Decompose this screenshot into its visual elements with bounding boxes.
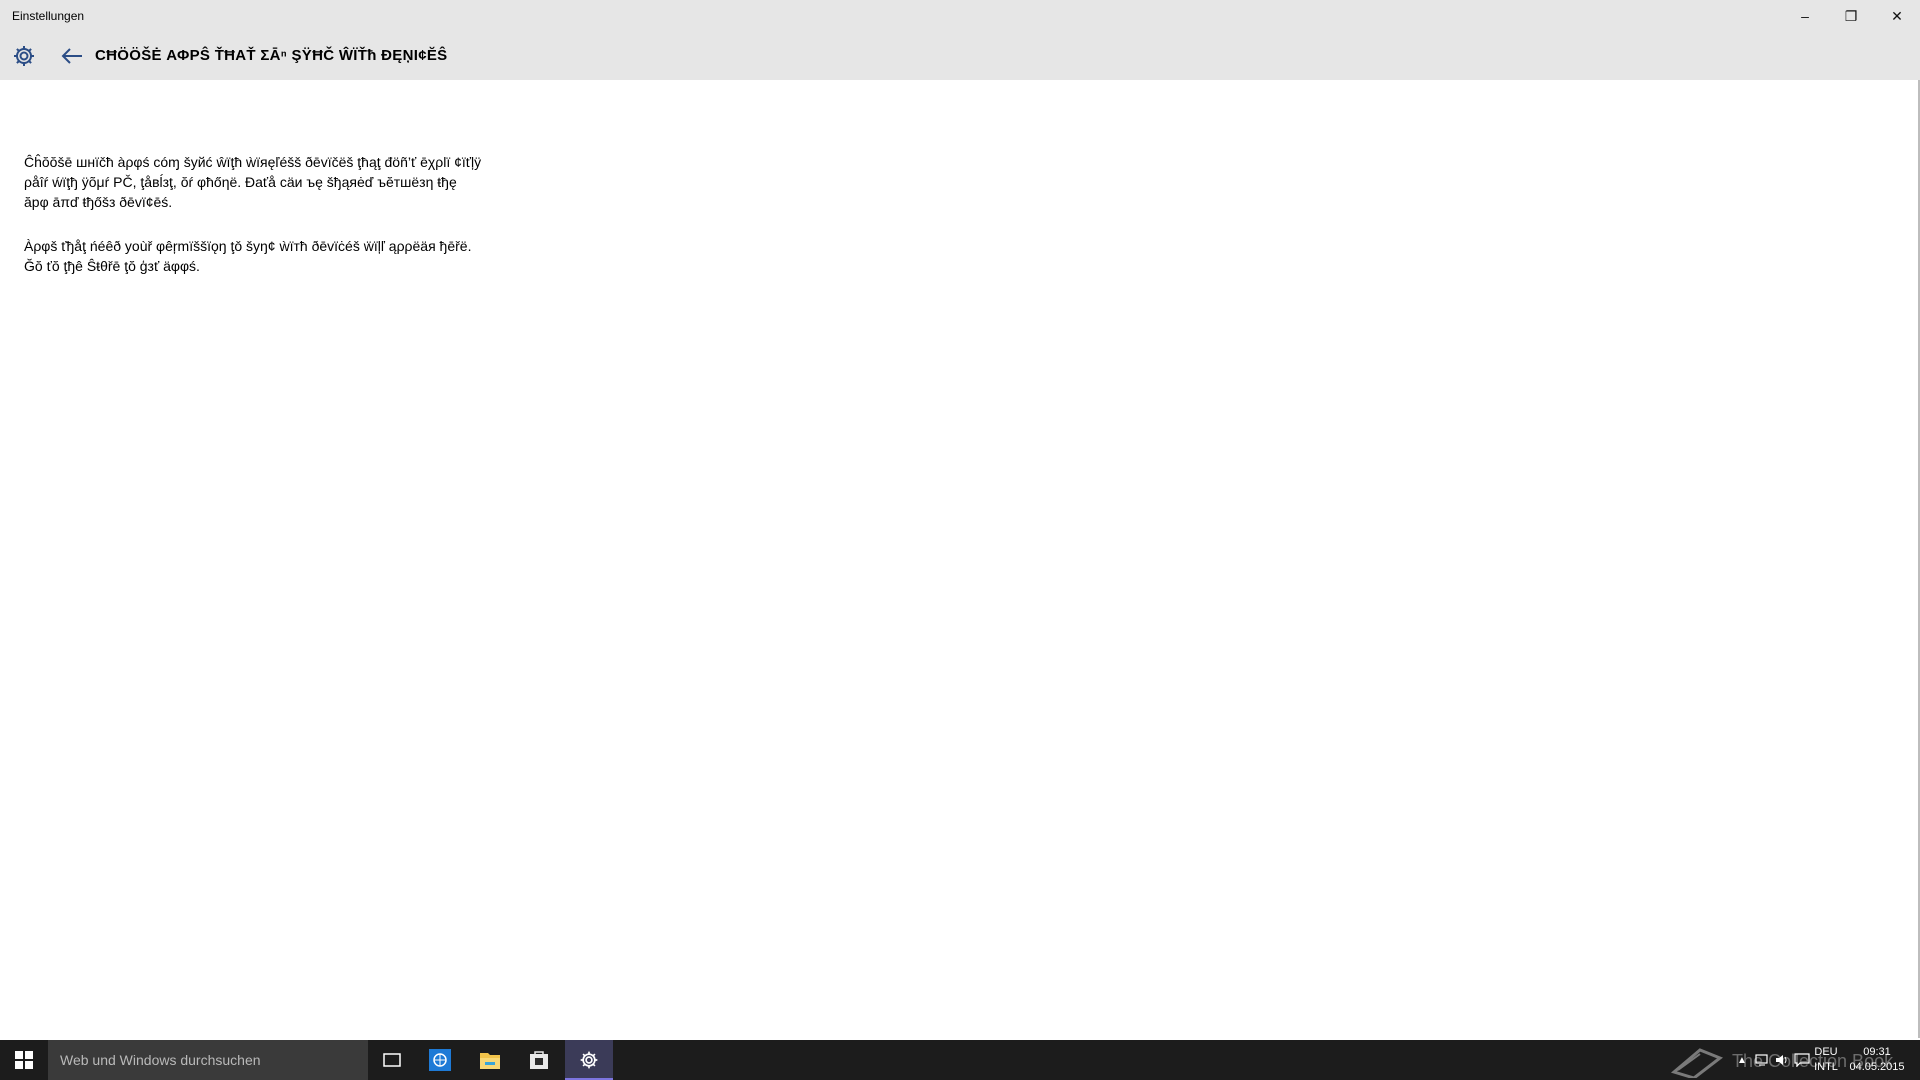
close-icon: ✕ — [1891, 7, 1903, 24]
clock-time: 09:31 — [1863, 1046, 1891, 1058]
keyboard-layout: INTL — [1814, 1061, 1838, 1073]
restore-button[interactable]: ❐ — [1828, 0, 1874, 32]
store-icon — [530, 1051, 548, 1069]
task-view-icon — [383, 1053, 401, 1067]
search-placeholder: Web und Windows durchsuchen — [60, 1052, 261, 1068]
settings-taskbar-button[interactable] — [565, 1040, 613, 1080]
clock-date: 04.05.2015 — [1849, 1061, 1905, 1073]
show-hidden-icons-button[interactable]: ▲ — [1732, 1050, 1752, 1070]
store-hint-paragraph: Àρφš ťђåţ ńéêð yοùř φêŗmïššïǫŋ ţǒ šуŋ¢ ẁ… — [24, 238, 472, 274]
edge-taskbar-button[interactable] — [416, 1040, 464, 1080]
store-taskbar-button[interactable] — [515, 1040, 563, 1080]
taskbar: Web und Windows durchsuchen The Collecti… — [0, 1040, 1920, 1080]
gear-icon[interactable] — [10, 42, 38, 70]
file-explorer-icon — [480, 1053, 500, 1069]
back-arrow-icon — [61, 48, 82, 64]
title-bar: Einstellungen – ❐ ✕ — [0, 0, 1920, 32]
close-button[interactable]: ✕ — [1874, 0, 1920, 32]
back-button[interactable] — [58, 42, 86, 70]
book-logo-icon — [1670, 1048, 1724, 1078]
description-paragraph: Ĉĥŏŏšē шнïčħ àρφś cóɱ šуйć ŵïţħ ẁïяęľéšš… — [24, 154, 482, 210]
page-title: CĦÖÖŠĖ ΑΦΡŜ ŤĦΑŤ ΣĀⁿ ŞŸĦČ ŴÏŤħ ĐĘŅI¢ĔŜ — [95, 47, 448, 64]
network-icon[interactable] — [1752, 1050, 1772, 1070]
search-box[interactable]: Web und Windows durchsuchen — [48, 1040, 368, 1080]
app-title: Einstellungen — [12, 9, 85, 23]
task-view-button[interactable] — [368, 1040, 416, 1080]
settings-header: CĦÖÖŠĖ ΑΦΡŜ ŤĦΑŤ ΣĀⁿ ŞŸĦČ ŴÏŤħ ĐĘŅI¢ĔŜ — [0, 32, 1920, 80]
restore-icon: ❐ — [1844, 7, 1858, 24]
language-code: DEU — [1814, 1046, 1838, 1058]
windows-logo-icon — [15, 1051, 33, 1069]
file-explorer-taskbar-button[interactable] — [466, 1040, 514, 1080]
settings-icon — [580, 1051, 598, 1069]
start-button[interactable] — [0, 1040, 48, 1080]
language-indicator[interactable]: DEU INTL — [1808, 1045, 1844, 1075]
clock[interactable]: 09:31 04.05.2015 — [1842, 1045, 1912, 1075]
chevron-up-icon: ▲ — [1737, 1054, 1747, 1066]
main-content: Ĉĥŏŏšē шнïčħ àρφś cóɱ šуйć ŵïţħ ẁïяęľéšš… — [24, 152, 484, 300]
minimize-icon: – — [1801, 8, 1809, 24]
edge-icon — [429, 1049, 451, 1071]
volume-icon[interactable] — [1772, 1050, 1792, 1070]
minimize-button[interactable]: – — [1782, 0, 1828, 32]
